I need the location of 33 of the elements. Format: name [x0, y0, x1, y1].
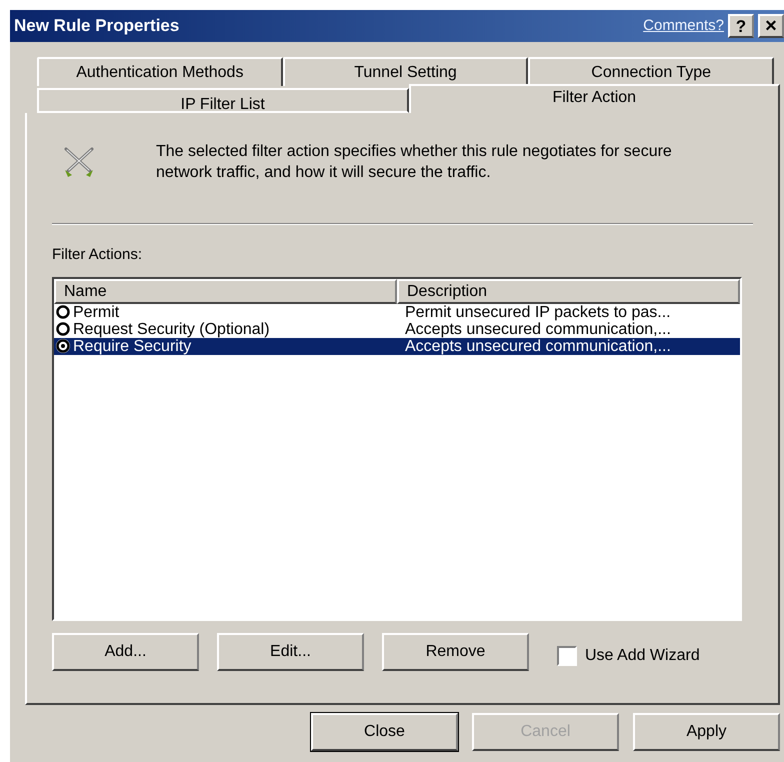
description-cell-text: Accepts unsecured communication,...	[404, 320, 671, 338]
list-label: Filter Actions:	[52, 245, 144, 265]
close-button[interactable]: ×	[758, 14, 784, 38]
dialog-button[interactable]: Close	[311, 713, 458, 751]
checkbox-label: Use Add Wizard	[585, 646, 700, 666]
list-button[interactable]: Add...	[52, 632, 199, 670]
selected-radio-icon	[56, 339, 70, 353]
tab[interactable]: Tunnel Setting	[282, 57, 528, 86]
comments-link[interactable]: Comments?	[643, 14, 724, 38]
description-cell-text: Accepts unsecured communication,...	[404, 338, 671, 354]
description-text: The selected filter action specifies whether this rule negotiates for secure network traffic, and how it will secure the traffic.	[156, 142, 673, 183]
window-title: New Rule Properties	[14, 15, 180, 38]
list-row[interactable]: Request Security (Optional) Accepts unsecured communication,...	[54, 320, 740, 338]
name-cell: Permit	[73, 304, 120, 320]
list-row[interactable]: Require Security Accepts unsecured communication,...	[54, 338, 740, 354]
help-button[interactable]: ?	[728, 14, 754, 38]
name-cell: Request Security (Optional)	[73, 320, 270, 338]
tab[interactable]: Connection Type	[528, 57, 774, 86]
wizard-checkbox[interactable]	[557, 646, 577, 666]
list-button[interactable]: Edit...	[217, 632, 364, 670]
column-header[interactable]: Name	[54, 278, 397, 304]
radio-icon	[56, 305, 70, 319]
description-cell-text: Permit unsecured IP packets to pas...	[404, 304, 671, 320]
crossed-swords-icon	[62, 145, 96, 179]
tab[interactable]: Authentication Methods	[37, 57, 283, 86]
dialog-button[interactable]: Apply	[633, 713, 780, 751]
tab[interactable]: Filter Action	[408, 84, 780, 113]
tab[interactable]: IP Filter List	[37, 88, 408, 113]
radio-icon	[56, 322, 70, 336]
name-cell: Require Security	[73, 338, 192, 354]
list-button[interactable]: Remove	[382, 632, 529, 670]
list-row[interactable]: Permit Permit unsecured IP packets to pas...	[54, 304, 740, 320]
column-header[interactable]: Description	[397, 278, 740, 304]
